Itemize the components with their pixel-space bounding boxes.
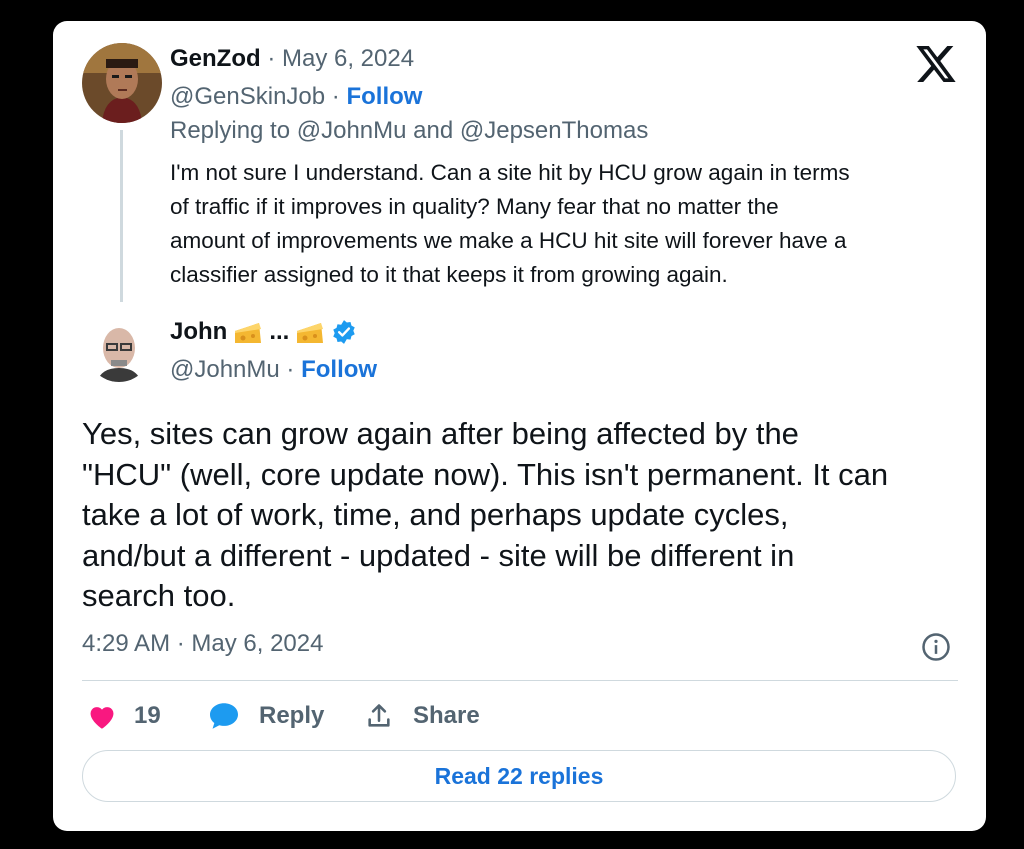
verified-badge-icon[interactable] bbox=[331, 319, 357, 345]
main-text-line: Yes, sites can grow again after being af… bbox=[82, 416, 799, 451]
replying-to-text: Replying to @JohnMu and @JepsenThomas bbox=[170, 117, 649, 144]
reply-text-line: classifier assigned to it that keeps it … bbox=[170, 262, 728, 287]
share-label: Share bbox=[413, 702, 480, 729]
tweet-timestamp[interactable]: 4:29 AM · May 6, 2024 bbox=[82, 630, 323, 658]
cheese-emoji-icon bbox=[235, 323, 262, 343]
reply-tweet-text: I'm not sure I understand. Can a site hi… bbox=[170, 156, 970, 292]
separator-dot: · bbox=[331, 83, 340, 110]
read-replies-label: Read 22 replies bbox=[434, 762, 604, 789]
tweet-date[interactable]: · May 6, 2024 bbox=[267, 45, 414, 72]
avatar-image bbox=[82, 43, 162, 123]
main-text-line: "HCU" (well, core update now). This isn'… bbox=[82, 456, 889, 492]
reply-text-line: of traffic if it improves in quality? Ma… bbox=[170, 194, 779, 219]
main-tweet-header: John ... bbox=[170, 318, 357, 346]
reply-text-line: amount of improvements we make a HCU hit… bbox=[170, 228, 847, 253]
author-name[interactable]: John bbox=[170, 318, 227, 346]
reply-button[interactable]: Reply bbox=[208, 700, 324, 732]
thread-connector-line bbox=[120, 130, 123, 302]
divider bbox=[82, 680, 958, 681]
main-text-line: and/but a different - updated - site wil… bbox=[82, 537, 795, 573]
reply-tweet-handle-row: @GenSkinJob · Follow bbox=[170, 83, 422, 111]
reply-tweet-header: GenZod · May 6, 2024 bbox=[170, 45, 414, 73]
author-handle[interactable]: @GenSkinJob bbox=[170, 83, 325, 110]
author-name[interactable]: GenZod bbox=[170, 45, 261, 72]
reply-bubble-icon bbox=[210, 703, 238, 729]
share-upload-icon bbox=[368, 704, 390, 727]
follow-button[interactable]: Follow bbox=[346, 83, 422, 110]
follow-button[interactable]: Follow bbox=[301, 356, 377, 383]
author-handle[interactable]: @JohnMu bbox=[170, 356, 280, 383]
heart-icon bbox=[90, 707, 114, 729]
x-logo-icon[interactable] bbox=[916, 46, 956, 82]
main-text-line: take a lot of work, time, and perhaps up… bbox=[82, 497, 789, 532]
main-tweet-handle-row: @JohnMu · Follow bbox=[170, 356, 377, 384]
like-count: 19 bbox=[134, 702, 161, 729]
main-text-line: search too. bbox=[82, 578, 236, 613]
separator-dot: · bbox=[286, 356, 295, 383]
info-icon[interactable] bbox=[921, 632, 951, 662]
read-replies-button[interactable]: Read 22 replies bbox=[82, 750, 956, 802]
avatar-genzod[interactable] bbox=[82, 43, 162, 123]
avatar-john[interactable] bbox=[87, 318, 151, 382]
like-button[interactable]: 19 bbox=[86, 700, 161, 732]
main-tweet-text: Yes, sites can grow again after being af… bbox=[82, 414, 962, 617]
name-ellipsis: ... bbox=[269, 318, 290, 345]
cheese-emoji-icon bbox=[297, 323, 324, 343]
reply-text-line: I'm not sure I understand. Can a site hi… bbox=[170, 160, 850, 185]
reply-label: Reply bbox=[259, 702, 325, 729]
avatar-image bbox=[87, 318, 151, 382]
share-button[interactable]: Share bbox=[364, 700, 480, 732]
